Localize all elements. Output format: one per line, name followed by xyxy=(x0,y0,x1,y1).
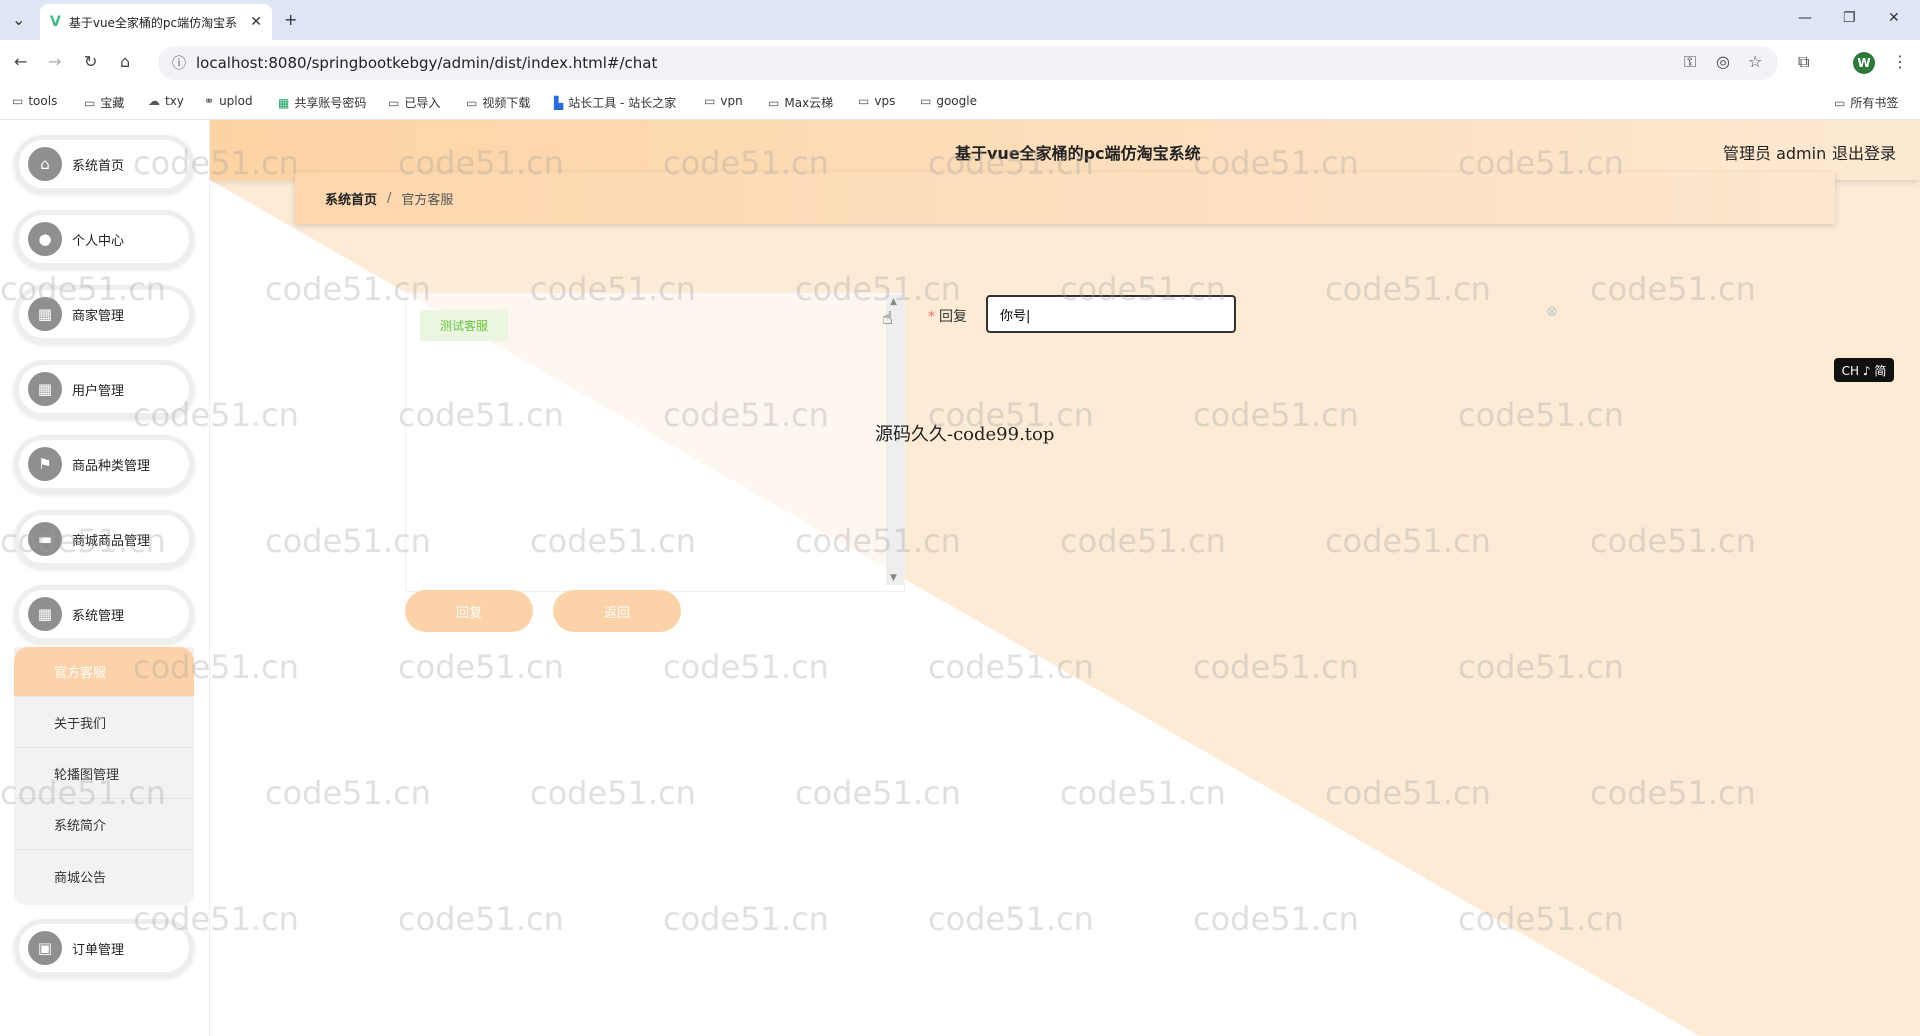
submenu-item-customer-service[interactable]: 官方客服 xyxy=(14,647,194,697)
center-watermark: 源码久久-code99.top xyxy=(875,424,1055,445)
grid-icon: ▦ xyxy=(28,597,62,631)
folder-icon: ▭ xyxy=(388,95,400,110)
new-tab-icon[interactable]: + xyxy=(284,10,297,29)
folder-icon: ▭ xyxy=(858,94,870,108)
bookmark-txy[interactable]: ☁ txy xyxy=(148,94,184,108)
system-title: 基于vue全家桶的pc端仿淘宝系统 xyxy=(955,144,1201,163)
scroll-up-icon[interactable]: ▲ xyxy=(890,297,897,307)
bookmark-uplod[interactable]: ⚭ uplod xyxy=(204,94,253,108)
site-info-icon[interactable]: ⓘ xyxy=(172,53,186,73)
sidebar-item-products[interactable]: ▬ 商城商品管理 xyxy=(14,510,194,568)
admin-label: 管理员 admin xyxy=(1723,144,1827,163)
sheet-icon: ▦ xyxy=(278,95,290,110)
folder-icon: ▭ xyxy=(920,94,932,108)
folder-icon: ▭ xyxy=(768,95,780,110)
folder-icon: ▭ xyxy=(12,94,24,108)
folder-icon: ▭ xyxy=(84,95,96,110)
vue-favicon-icon: V xyxy=(50,14,61,30)
cloud-icon: ☁ xyxy=(148,94,160,108)
bookmark-imported[interactable]: ▭ 已导入 xyxy=(388,94,440,111)
sidebar-item-users[interactable]: ▦ 用户管理 xyxy=(14,360,194,418)
bookmark-google[interactable]: ▭ google xyxy=(920,94,977,108)
grid-icon: ▦ xyxy=(28,297,62,331)
scroll-down-icon[interactable]: ▼ xyxy=(890,573,897,583)
minimize-icon[interactable]: — xyxy=(1798,10,1812,26)
logout-link[interactable]: 退出登录 xyxy=(1832,140,1896,164)
bookmark-video-download[interactable]: ▭ 视频下载 xyxy=(466,94,530,111)
bookmark-all[interactable]: ▭ 所有书签 xyxy=(1834,94,1898,111)
sidebar-item-orders[interactable]: ▣ 订单管理 xyxy=(14,919,194,977)
browser-tab[interactable]: V 基于vue全家桶的pc端仿淘宝系 ✕ xyxy=(40,4,272,40)
browser-tabbar: ⌄ V 基于vue全家桶的pc端仿淘宝系 ✕ + — ❐ ✕ xyxy=(0,0,1920,40)
breadcrumb-home[interactable]: 系统首页 xyxy=(325,189,377,208)
submenu-item-notice[interactable]: 商城公告 xyxy=(14,851,194,901)
top-header: 基于vue全家桶的pc端仿淘宝系统 管理员 admin 退出登录 xyxy=(210,120,1920,180)
chinaz-icon: ▙ xyxy=(554,95,564,110)
tab-search-icon[interactable]: ⌄ xyxy=(12,10,25,29)
grid-icon: ▦ xyxy=(28,372,62,406)
sidebar-item-home[interactable]: ⌂ 系统首页 xyxy=(14,135,194,193)
reply-button[interactable]: 回复 xyxy=(405,590,533,632)
system-submenu: 官方客服 关于我们 轮播图管理 系统简介 商城公告 xyxy=(14,647,194,905)
reload-icon[interactable]: ↻ xyxy=(84,52,97,71)
link-icon: ⚭ xyxy=(204,94,215,108)
flag-icon: ⚑ xyxy=(28,447,62,481)
menu-kebab-icon[interactable]: ⋮ xyxy=(1892,52,1908,71)
window-close-icon[interactable]: ✕ xyxy=(1888,10,1900,26)
bookmark-baozang[interactable]: ▭ 宝藏 xyxy=(84,94,124,111)
app-root: ⌂ 系统首页 ● 个人中心 ▦ 商家管理 ▦ 用户管理 ⚑ 商品种类管理 ▬ 商城商品管理 … xyxy=(0,120,1920,1036)
submenu-item-intro[interactable]: 系统简介 xyxy=(14,800,194,850)
home-icon[interactable]: ⌂ xyxy=(120,52,130,71)
forward-icon[interactable]: → xyxy=(48,52,61,71)
monitor-icon: ▬ xyxy=(28,522,62,556)
bookmark-chinaz[interactable]: ▙ 站长工具 - 站长之家 xyxy=(554,94,676,111)
folder-icon: ▭ xyxy=(466,95,478,110)
password-key-icon[interactable]: ⚿ xyxy=(1684,52,1696,72)
bookmark-max[interactable]: ▭ Max云梯 xyxy=(768,94,833,111)
chat-message: 测试客服 xyxy=(420,310,509,341)
reply-label: * 回复 xyxy=(928,309,967,325)
extensions-icon[interactable]: ⧉ xyxy=(1798,52,1809,72)
folder-icon: ▭ xyxy=(1834,95,1846,110)
back-icon[interactable]: ← xyxy=(14,52,27,71)
bookmark-tools[interactable]: ▭ tools xyxy=(12,94,57,108)
clear-circle-icon[interactable]: ⊗ xyxy=(1546,304,1558,320)
sidebar-item-merchants[interactable]: ▦ 商家管理 xyxy=(14,285,194,343)
url-text: localhost:8080/springbootkebgy/admin/dis… xyxy=(196,54,658,72)
ime-indicator[interactable]: CH ♪ 简 xyxy=(1834,358,1894,382)
submenu-item-about[interactable]: 关于我们 xyxy=(14,698,194,748)
bookmark-shared-accounts[interactable]: ▦ 共享账号密码 xyxy=(278,94,366,111)
screenshot-icon[interactable]: ◎ xyxy=(1716,52,1730,71)
user-icon: ● xyxy=(28,222,62,256)
breadcrumb: 系统首页 / 官方客服 xyxy=(295,172,1835,224)
sidebar-item-profile[interactable]: ● 个人中心 xyxy=(14,210,194,268)
home-icon: ⌂ xyxy=(28,147,62,181)
sidebar-item-categories[interactable]: ⚑ 商品种类管理 xyxy=(14,435,194,493)
profile-avatar[interactable]: W xyxy=(1853,52,1875,74)
required-mark: * xyxy=(928,309,935,325)
restore-icon[interactable]: ❐ xyxy=(1843,10,1856,26)
breadcrumb-separator: / xyxy=(387,190,392,206)
bookmark-vpn[interactable]: ▭ vpn xyxy=(704,94,743,108)
hand-cursor-icon: ☝ xyxy=(882,308,893,329)
folder-icon: ▭ xyxy=(704,94,716,108)
breadcrumb-current: 官方客服 xyxy=(401,192,454,208)
sidebar-item-system[interactable]: ▦ 系统管理 xyxy=(14,585,194,643)
reply-input[interactable] xyxy=(986,295,1236,333)
bookmark-vps[interactable]: ▭ vps xyxy=(858,94,895,108)
tab-close-icon[interactable]: ✕ xyxy=(250,14,262,30)
tab-title: 基于vue全家桶的pc端仿淘宝系 xyxy=(68,15,238,30)
sidebar: ⌂ 系统首页 ● 个人中心 ▦ 商家管理 ▦ 用户管理 ⚑ 商品种类管理 ▬ 商城商品管理 … xyxy=(0,120,210,1036)
bookmark-star-icon[interactable]: ☆ xyxy=(1748,52,1762,71)
bag-icon: ▣ xyxy=(28,931,62,965)
back-button[interactable]: 返回 xyxy=(553,590,681,632)
address-bar[interactable]: ⓘ localhost:8080/springbootkebgy/admin/d… xyxy=(158,46,1778,80)
bookmarks-bar: ▭ tools ▭ 宝藏 ☁ txy ⚭ uplod ▦ 共享账号密码 ▭ 已导入 ▭ 视频下… xyxy=(0,86,1920,120)
background-triangle xyxy=(210,180,1920,1036)
submenu-item-carousel[interactable]: 轮播图管理 xyxy=(14,749,194,799)
